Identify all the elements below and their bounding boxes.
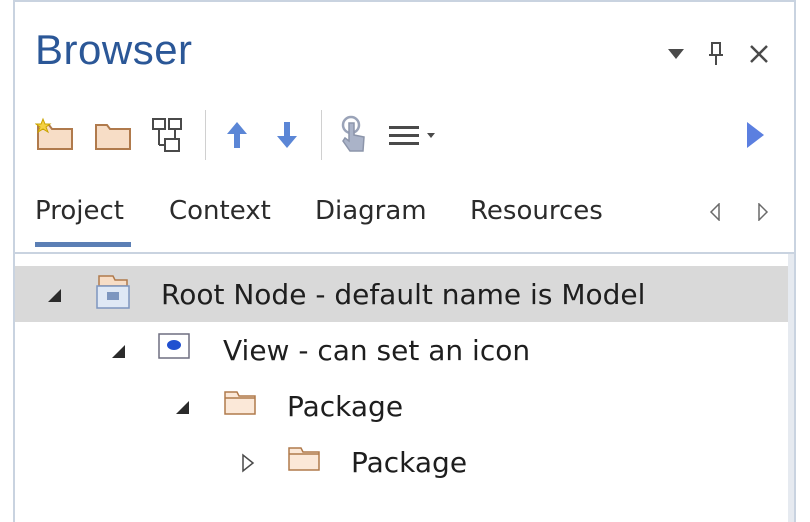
active-tab-indicator xyxy=(35,242,131,247)
arrow-down-icon xyxy=(277,122,297,148)
tab-project[interactable]: Project xyxy=(35,196,124,226)
tree-item-root-node[interactable]: Root Node - default name is Model xyxy=(15,266,794,322)
element-tree-icon xyxy=(152,118,182,152)
header-divider xyxy=(15,252,794,254)
close-icon[interactable] xyxy=(741,36,777,72)
tree-item-label: View - can set an icon xyxy=(223,334,531,367)
new-element-button[interactable] xyxy=(145,110,189,160)
browser-panel: Browser Project Context Diagram Resource… xyxy=(13,0,796,522)
tree-item-package[interactable]: Package xyxy=(15,378,794,434)
new-root-package-button[interactable] xyxy=(33,110,77,160)
hamburger-menu-icon xyxy=(389,126,435,145)
new-folder-star-icon xyxy=(35,117,73,150)
expanded-triangle-icon[interactable] xyxy=(43,284,65,306)
tree-item-label: Package xyxy=(287,390,404,423)
expanded-triangle-icon[interactable] xyxy=(107,340,129,362)
package-folder-icon xyxy=(285,442,325,478)
tab-diagram[interactable]: Diagram xyxy=(315,196,427,226)
tree-item-view[interactable]: View - can set an icon xyxy=(15,322,794,378)
tab-resources[interactable]: Resources xyxy=(470,196,603,226)
root-node-icon xyxy=(93,274,133,310)
menu-button[interactable] xyxy=(385,110,445,160)
pin-icon[interactable] xyxy=(701,36,731,72)
collapsed-triangle-icon[interactable] xyxy=(237,452,259,474)
panel-title: Browser xyxy=(35,26,193,73)
expanded-triangle-icon[interactable] xyxy=(171,396,193,418)
package-folder-icon xyxy=(221,386,261,422)
scrollbar-track[interactable] xyxy=(788,254,794,522)
view-icon xyxy=(155,330,195,366)
tab-context[interactable]: Context xyxy=(169,196,271,226)
more-button[interactable] xyxy=(733,110,777,160)
toolbar-separator xyxy=(205,110,206,160)
arrow-up-icon xyxy=(227,122,247,148)
touch-icon-button[interactable] xyxy=(331,110,375,160)
play-right-icon xyxy=(747,122,764,148)
folder-icon xyxy=(95,124,131,150)
move-up-button[interactable] xyxy=(215,110,259,160)
tab-scroll-right-icon[interactable] xyxy=(751,200,775,224)
tree-item-package[interactable]: Package xyxy=(15,434,794,490)
tree-item-label: Package xyxy=(351,446,468,479)
tree-item-label: Root Node - default name is Model xyxy=(161,278,646,311)
toolbar-separator xyxy=(321,110,322,160)
touch-icon xyxy=(341,115,365,152)
panel-header: Browser Project Context Diagram Resource… xyxy=(15,2,794,254)
move-down-button[interactable] xyxy=(265,110,309,160)
new-package-button[interactable] xyxy=(91,110,135,160)
dropdown-triangle-icon[interactable] xyxy=(661,36,691,72)
tab-scroll-left-icon[interactable] xyxy=(703,200,727,224)
